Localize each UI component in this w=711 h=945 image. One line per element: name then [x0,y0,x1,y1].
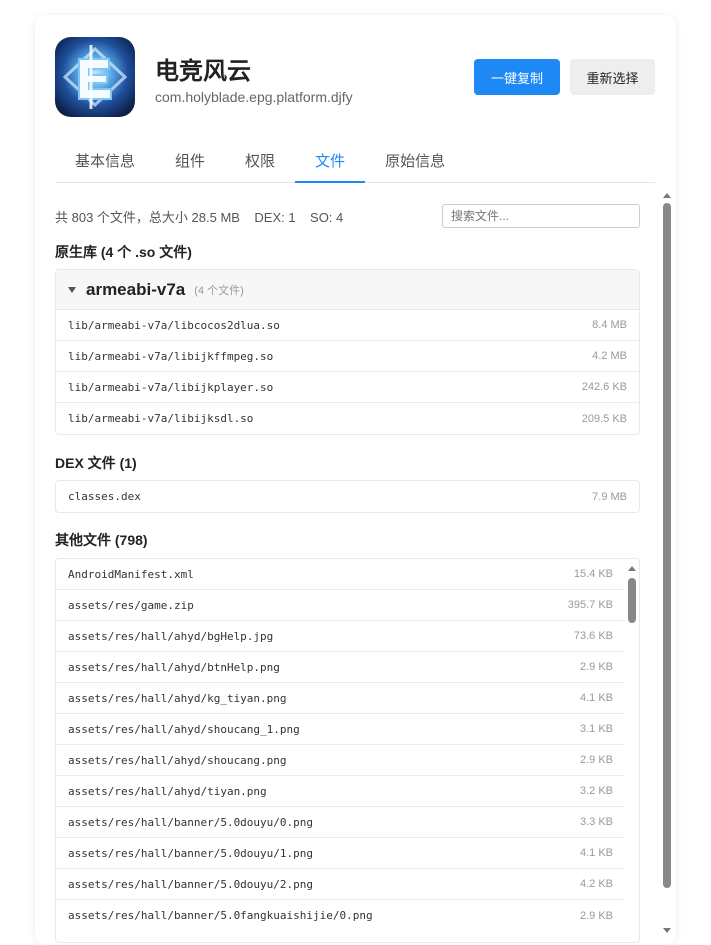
list-scrollbar[interactable] [625,559,639,942]
file-size: 4.2 MB [592,350,627,362]
file-row: lib/armeabi-v7a/libijksdl.so 209.5 KB [56,403,639,434]
file-name: assets/res/hall/banner/5.0douyu/0.png [68,815,314,829]
file-row: assets/res/hall/ahyd/btnHelp.png 2.9 KB [56,652,625,683]
tab-components[interactable]: 组件 [155,143,225,183]
file-size: 15.4 KB [573,568,613,580]
file-row: assets/res/hall/ahyd/tiyan.png 3.2 KB [56,776,625,807]
scrollbar-thumb[interactable] [628,578,636,623]
tab-files[interactable]: 文件 [295,143,366,183]
app-name: 电竞风云 [155,58,251,85]
file-size: 4.1 KB [579,692,613,704]
file-name: classes.dex [68,490,141,503]
file-size: 2.9 KB [579,661,613,673]
file-size: 4.1 KB [579,847,613,859]
file-size: 395.7 KB [567,599,613,611]
file-size: 8.4 MB [592,319,627,331]
file-row: assets/res/hall/ahyd/shoucang_1.png 3.1 K… [56,714,625,745]
file-size: 3.1 KB [579,723,613,735]
file-search-input[interactable] [442,204,640,228]
file-row: assets/res/hall/ahyd/shoucang.png 2.9 KB [56,745,625,776]
dex-file-group: classes.dex 7.9 MB [55,480,640,513]
file-name: assets/res/hall/ahyd/btnHelp.png [68,660,280,674]
file-row: AndroidManifest.xml 15.4 KB [56,559,625,590]
file-size: 2.9 KB [579,909,613,922]
file-row: assets/res/game.zip 395.7 KB [56,590,625,621]
file-row: assets/res/hall/banner/5.0fangkuaishijie… [56,900,625,931]
file-row: assets/res/hall/ahyd/kg_tiyan.png 4.1 KB [56,683,625,714]
other-files-list[interactable]: AndroidManifest.xml 15.4 KB assets/res/gam… [55,558,640,943]
package-name: com.holyblade.epg.platform.djfy [155,89,353,105]
abi-name: armeabi-v7a [86,279,186,299]
copy-all-button[interactable]: 一键复制 [474,59,560,95]
file-size: 7.9 MB [592,490,627,503]
file-name: assets/res/game.zip [68,598,194,612]
caret-down-icon[interactable] [68,286,76,293]
file-summary: 共 803 个文件，总大小 28.5 MB DEX: 1 SO: 4 [55,210,344,225]
tab-basic-info[interactable]: 基本信息 [55,143,155,183]
app-logo-icon [55,37,135,117]
file-name: assets/res/hall/ahyd/kg_tiyan.png [68,691,287,705]
file-name: assets/res/hall/banner/5.0douyu/1.png [68,846,314,860]
file-name: lib/armeabi-v7a/libijkplayer.so [68,380,274,394]
abi-file-count: (4 个文件) [194,284,244,297]
file-size: 2.9 KB [579,754,613,766]
file-name: lib/armeabi-v7a/libcocos2dlua.so [68,318,280,332]
native-libs-title: 原生库 (4 个 .so 文件) [55,244,192,260]
scroll-down-icon[interactable] [663,928,671,933]
file-name: lib/armeabi-v7a/libijksdl.so [68,412,254,425]
file-size: 4.2 KB [579,878,613,890]
file-size: 3.3 KB [579,816,613,828]
tab-permissions[interactable]: 权限 [225,143,295,183]
file-name: assets/res/hall/banner/5.0douyu/2.png [68,877,314,891]
tab-raw-info[interactable]: 原始信息 [365,143,465,183]
scrollbar-thumb[interactable] [663,203,671,888]
file-size: 73.6 KB [573,630,613,642]
file-row: assets/res/hall/ahyd/bgHelp.jpg 73.6 KB [56,621,625,652]
file-name: assets/res/hall/ahyd/shoucang.png [68,753,287,767]
file-row: assets/res/hall/banner/5.0douyu/0.png 3.3… [56,807,625,838]
file-size: 3.2 KB [579,785,613,797]
other-files-title: 其他文件 (798) [55,532,148,548]
file-row: lib/armeabi-v7a/libcocos2dlua.so 8.4 MB [56,310,639,341]
app-info-card: 电竞风云 com.holyblade.epg.platform.djfy 一键复… [35,15,676,945]
native-lib-group: armeabi-v7a (4 个文件) lib/armeabi-v7a/libc… [55,269,640,435]
scroll-up-icon[interactable] [628,566,636,571]
scroll-up-icon[interactable] [663,193,671,198]
other-files-rows: AndroidManifest.xml 15.4 KB assets/res/gam… [56,559,625,931]
file-row: assets/res/hall/banner/5.0douyu/1.png 4.1… [56,838,625,869]
file-row: lib/armeabi-v7a/libijkffmpeg.so 4.2 MB [56,341,639,372]
dex-files-title: DEX 文件 (1) [55,455,137,471]
file-name: assets/res/hall/banner/5.0fangkuaishijie… [68,909,373,922]
file-row: assets/res/hall/banner/5.0douyu/2.png 4.2… [56,869,625,900]
abi-group-header[interactable]: armeabi-v7a (4 个文件) [56,270,639,310]
file-name: lib/armeabi-v7a/libijkffmpeg.so [68,349,274,363]
tab-bar: 基本信息 组件 权限 文件 原始信息 [55,143,655,183]
file-name: assets/res/hall/ahyd/tiyan.png [68,784,267,798]
file-name: AndroidManifest.xml [68,567,194,581]
file-row: lib/armeabi-v7a/libijkplayer.so 242.6 KB [56,372,639,403]
file-name: assets/res/hall/ahyd/bgHelp.jpg [68,629,274,643]
panel-scrollbar[interactable] [661,193,673,933]
file-name: assets/res/hall/ahyd/shoucang_1.png [68,722,300,736]
file-size: 242.6 KB [581,381,627,393]
reselect-button[interactable]: 重新选择 [570,59,655,95]
file-row: classes.dex 7.9 MB [56,481,639,512]
file-size: 209.5 KB [581,412,627,425]
